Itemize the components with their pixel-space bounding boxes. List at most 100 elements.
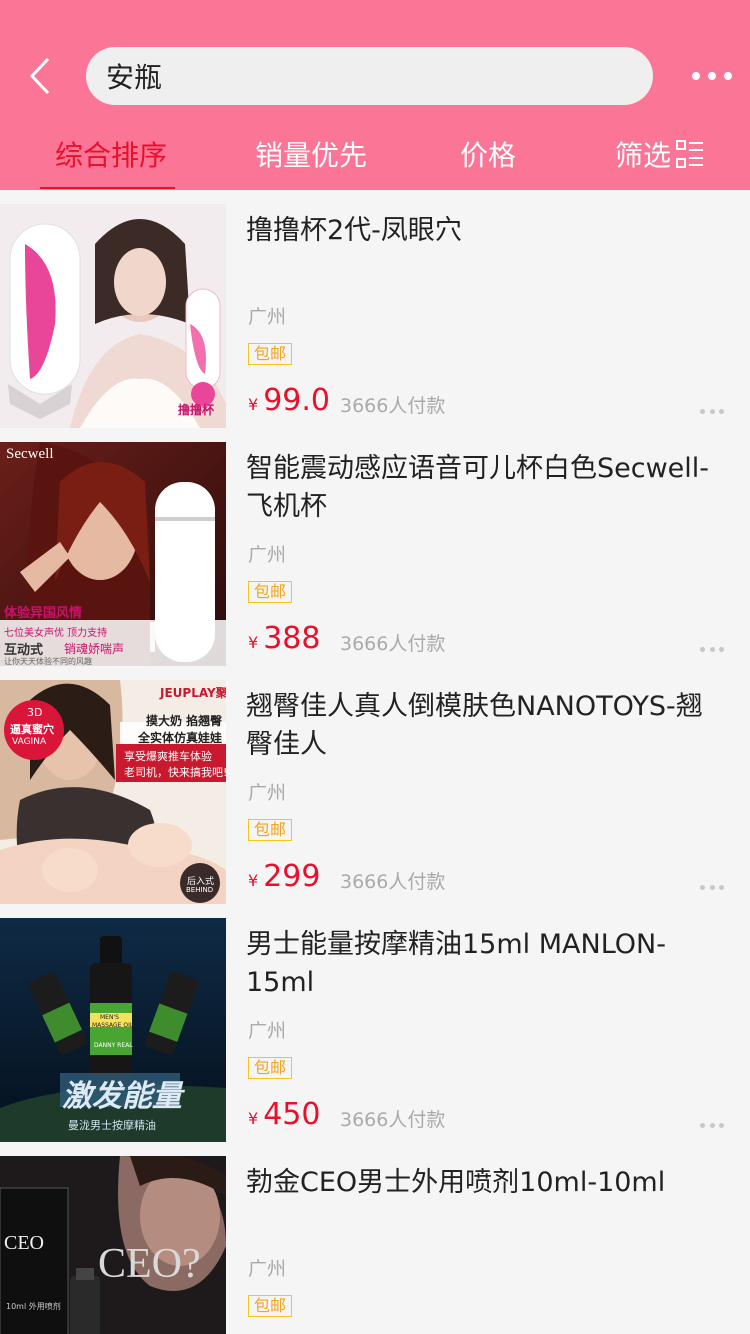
product-location: 广州: [248, 1020, 287, 1042]
product-image[interactable]: 撸撸杯: [0, 204, 226, 428]
more-dot: [709, 1123, 715, 1128]
product-image-promo-text: 体验异国风情: [4, 606, 83, 621]
product-title[interactable]: 男士能量按摩精油15ml MANLON-15ml: [246, 926, 726, 1002]
product-image[interactable]: CEO CEO? 10ml 外用喷剂: [0, 1156, 226, 1334]
item-more-button[interactable]: [700, 409, 724, 415]
product-location: 广州: [248, 1258, 287, 1280]
currency-symbol: ¥: [248, 871, 259, 890]
product-image-promo-text: BEHIND: [186, 886, 214, 894]
product-info: 男士能量按摩精油15ml MANLON-15ml 广州 包邮 ¥ 450 366…: [246, 904, 726, 1142]
currency-symbol: ¥: [248, 395, 259, 414]
product-image-promo-text: DANNY REAL: [94, 1042, 133, 1049]
product-image-promo-text: 10ml 外用喷剂: [6, 1302, 61, 1311]
product-title[interactable]: 翘臀佳人真人倒模肤色NANOTOYS-翘臀佳人: [246, 688, 726, 764]
product-title[interactable]: 撸撸杯2代-凤眼穴: [246, 212, 726, 250]
product-image-promo-text: MEN'S: [100, 1014, 119, 1021]
product-location: 广州: [248, 782, 287, 804]
price-value: 450: [263, 1097, 321, 1132]
price-value: 299: [263, 859, 321, 894]
product-card[interactable]: MEN'S MASSAGE OIL DANNY REAL 激发能量 曼泷男士按摩…: [0, 904, 750, 1142]
product-card[interactable]: CEO CEO? 10ml 外用喷剂 勃金CEO男士外用喷剂10ml-10ml …: [0, 1142, 750, 1334]
price-value: 99.0: [263, 383, 330, 418]
product-image[interactable]: JEUPLAY聚品 3D 逼真蜜穴 VAGINA 摸大奶 掐翘臀 全实体仿真娃娃…: [0, 680, 226, 904]
free-shipping-badge: 包邮: [248, 1295, 293, 1317]
more-dot: [709, 885, 715, 890]
product-price: ¥ 299: [248, 859, 320, 894]
product-image[interactable]: MEN'S MASSAGE OIL DANNY REAL 激发能量 曼泷男士按摩…: [0, 918, 226, 1142]
product-info: 智能震动感应语音可儿杯白色Secwell-飞机杯 广州 包邮 ¥ 388 366…: [246, 428, 726, 666]
product-image[interactable]: Secwell 体验异国风情 七位美女声优 顶力支持 互动式 销魂娇喘声 让你天…: [0, 442, 226, 666]
product-image-promo-text: VAGINA: [12, 737, 47, 747]
product-image-promo-text: 3D: [27, 706, 43, 719]
tab-price[interactable]: 价格: [460, 136, 516, 176]
product-image-promo-text: 让你天天体验不同的风趣: [4, 657, 92, 666]
product-image-promo-text: 曼泷男士按摩精油: [68, 1119, 156, 1132]
free-shipping-badge: 包邮: [248, 343, 293, 365]
product-image-promo-text: 享受爆爽推车体验: [124, 750, 212, 763]
product-image-brand-text: JEUPLAY聚品: [160, 686, 226, 700]
product-card[interactable]: 撸撸杯 撸撸杯2代-凤眼穴 广州 包邮 ¥ 99.0 3666人付款: [0, 190, 750, 428]
product-image-promo-text: MASSAGE OIL: [92, 1022, 134, 1029]
free-shipping-badge: 包邮: [248, 819, 293, 841]
more-button[interactable]: [692, 63, 732, 89]
search-input[interactable]: 安瓶: [86, 47, 653, 105]
active-tab-indicator: [40, 187, 175, 189]
item-more-button[interactable]: [700, 1123, 724, 1129]
tab-composite-sort[interactable]: 综合排序: [55, 136, 167, 176]
product-info: 勃金CEO男士外用喷剂10ml-10ml 广州 包邮: [246, 1142, 726, 1334]
product-price: ¥ 450: [248, 1097, 320, 1132]
product-info: 翘臀佳人真人倒模肤色NANOTOYS-翘臀佳人 广州 包邮 ¥ 299 3666…: [246, 666, 726, 904]
buyer-count: 3666人付款: [340, 633, 446, 655]
more-dots-icon: [692, 72, 700, 80]
product-price: ¥ 388: [248, 621, 320, 656]
product-card[interactable]: Secwell 体验异国风情 七位美女声优 顶力支持 互动式 销魂娇喘声 让你天…: [0, 428, 750, 666]
item-more-button[interactable]: [700, 885, 724, 891]
search-input-value: 安瓶: [106, 61, 163, 94]
more-dot: [709, 409, 715, 414]
more-dots-icon: [700, 409, 705, 414]
product-image-brand-text: Secwell: [6, 446, 54, 462]
more-dots-icon: [700, 885, 705, 890]
filter-list-icon[interactable]: [676, 140, 704, 168]
currency-symbol: ¥: [248, 633, 259, 652]
tab-sales-first[interactable]: 销量优先: [255, 136, 367, 176]
buyer-count: 3666人付款: [340, 871, 446, 893]
top-bar: 安瓶 综合排序 销量优先 价格 筛选: [0, 0, 750, 190]
more-dots-icon: [700, 1123, 705, 1128]
free-shipping-badge: 包邮: [248, 1057, 293, 1079]
product-image-brand-text: CEO: [4, 1232, 44, 1254]
more-dot: [724, 72, 732, 80]
product-image-promo-text: 销魂娇喘声: [64, 642, 125, 656]
free-shipping-badge: 包邮: [248, 581, 293, 603]
product-image-promo-text: CEO?: [98, 1241, 201, 1287]
product-image-promo-text: 激发能量: [62, 1079, 182, 1114]
back-button[interactable]: [20, 54, 60, 98]
product-image-promo-text: 七位美女声优 顶力支持: [4, 628, 108, 639]
more-dots-icon: [700, 647, 705, 652]
product-title[interactable]: 勃金CEO男士外用喷剂10ml-10ml: [246, 1164, 726, 1202]
product-image-promo-text: 老司机，快来搞我吧!: [124, 766, 226, 779]
price-value: 388: [263, 621, 321, 656]
product-info: 撸撸杯2代-凤眼穴 广州 包邮 ¥ 99.0 3666人付款: [246, 190, 726, 428]
product-image-promo-text: 摸大奶 掐翘臀: [146, 714, 223, 728]
more-dot: [709, 647, 715, 652]
more-dot: [719, 1123, 724, 1128]
buyer-count: 3666人付款: [340, 1109, 446, 1131]
currency-symbol: ¥: [248, 1109, 259, 1128]
product-price: ¥ 99.0: [248, 383, 330, 418]
product-list: 撸撸杯 撸撸杯2代-凤眼穴 广州 包邮 ¥ 99.0 3666人付款 Secwe…: [0, 190, 750, 1334]
more-dot: [719, 409, 724, 414]
product-location: 广州: [248, 306, 287, 328]
product-title[interactable]: 智能震动感应语音可儿杯白色Secwell-飞机杯: [246, 450, 726, 526]
product-image-brand-text: 撸撸杯: [178, 403, 215, 417]
product-image-promo-text: 全实体仿真娃娃: [138, 731, 223, 745]
buyer-count: 3666人付款: [340, 395, 446, 417]
product-image-promo-text: 逼真蜜穴: [10, 723, 54, 736]
tab-filter[interactable]: 筛选: [615, 136, 671, 176]
more-dot: [708, 72, 716, 80]
chevron-left-icon: [29, 57, 50, 95]
more-dot: [719, 647, 724, 652]
product-location: 广州: [248, 544, 287, 566]
item-more-button[interactable]: [700, 647, 724, 653]
product-card[interactable]: JEUPLAY聚品 3D 逼真蜜穴 VAGINA 摸大奶 掐翘臀 全实体仿真娃娃…: [0, 666, 750, 904]
